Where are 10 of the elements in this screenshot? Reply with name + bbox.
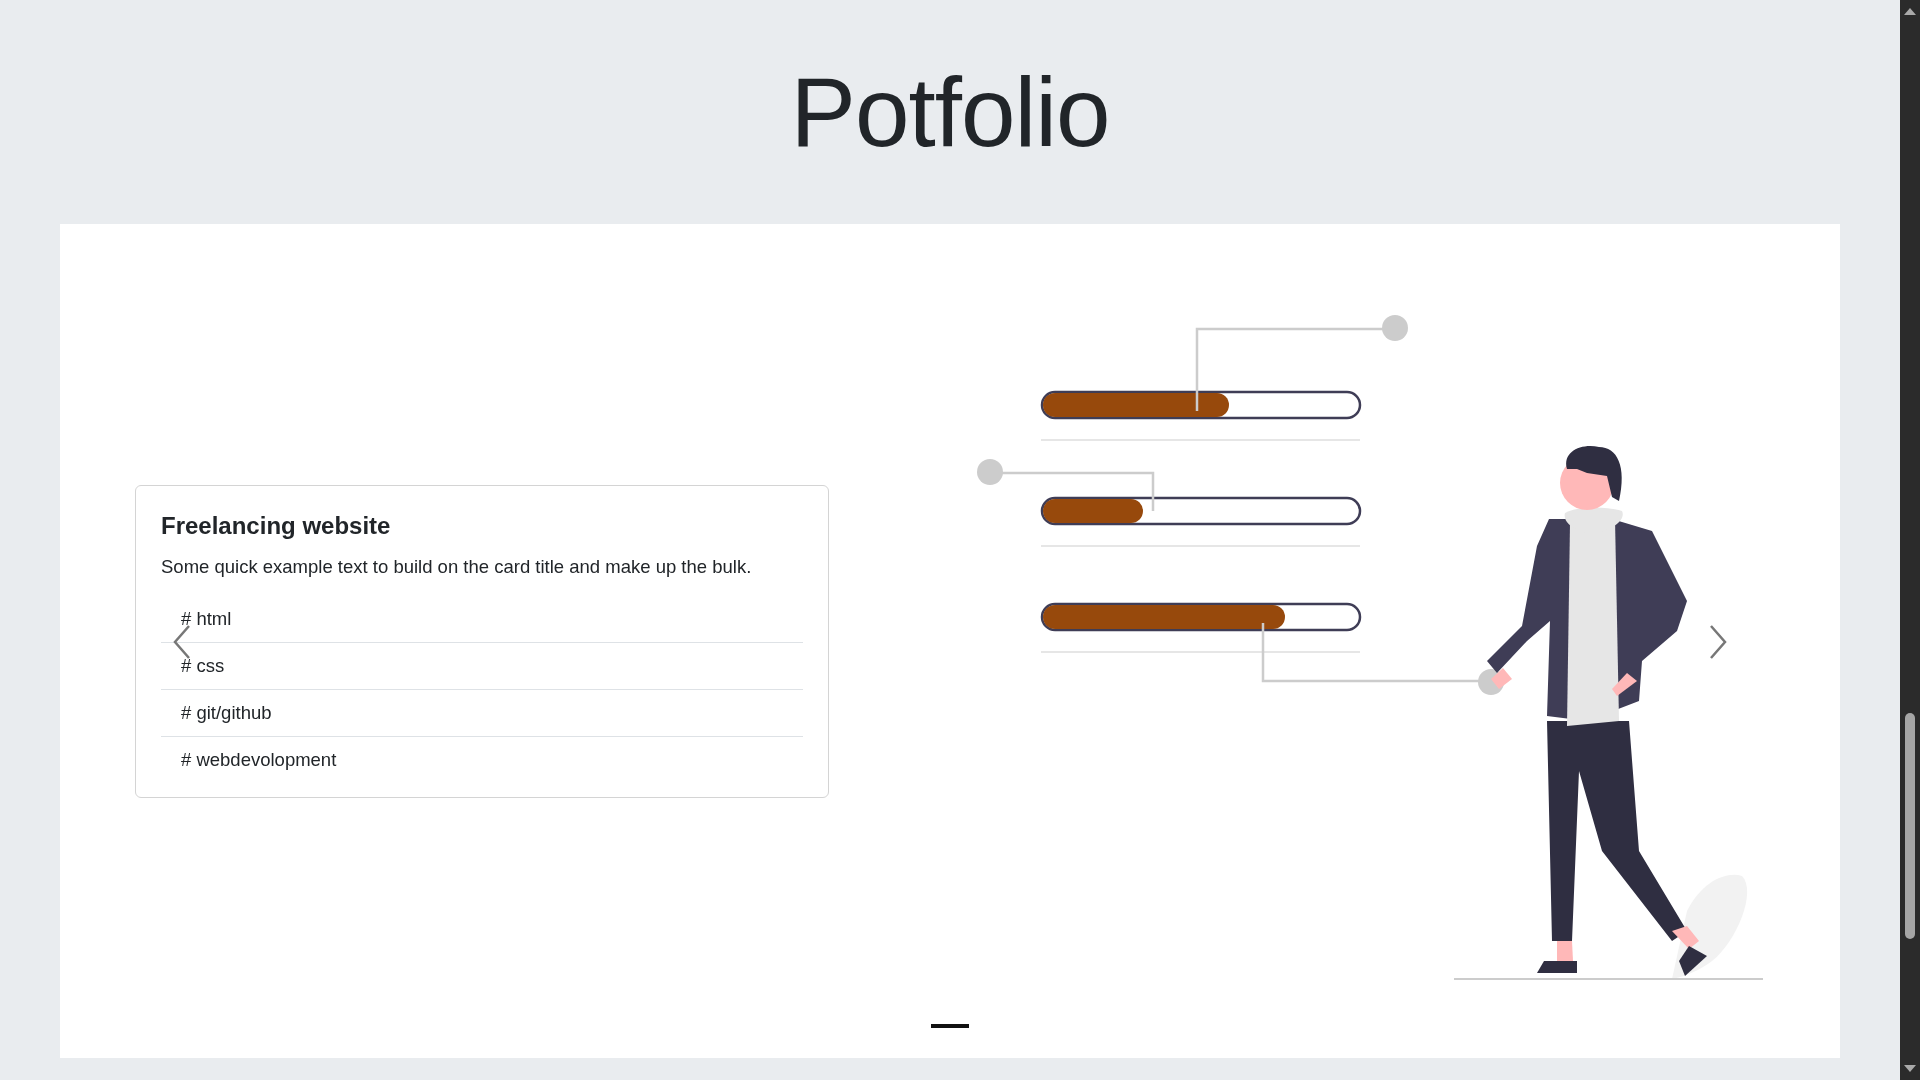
page-title: Potfolio [790, 55, 1110, 169]
scrollbar[interactable] [1900, 0, 1920, 1080]
tag-item: # css [161, 642, 803, 690]
card-text: Some quick example text to build on the card title and make up the bulk. [161, 555, 753, 578]
card-title: Freelancing website [161, 511, 392, 540]
previous-button[interactable] [172, 624, 192, 660]
tag-item: # git/github [161, 689, 803, 737]
tag-item: # webdevolopment [180, 747, 338, 772]
tag-item: # html [161, 595, 803, 643]
next-button[interactable] [1708, 624, 1728, 660]
